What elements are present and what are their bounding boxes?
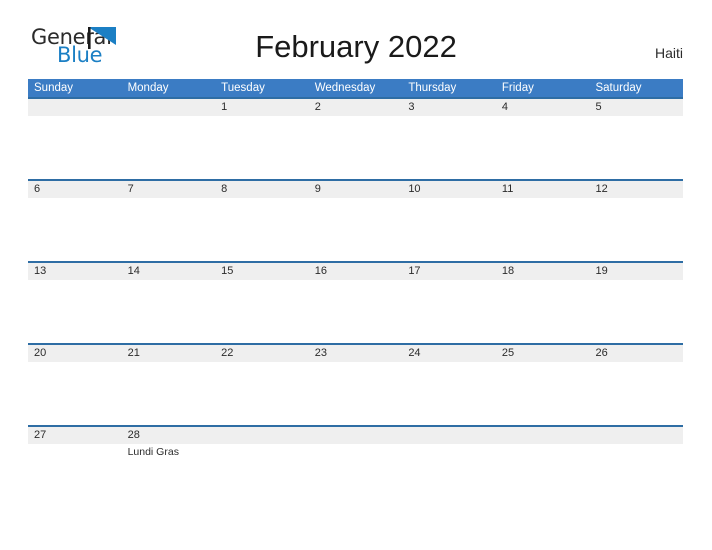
day-number[interactable]: 23 [309, 345, 403, 362]
day-number[interactable] [402, 427, 496, 444]
weekday-header-tuesday: Tuesday [221, 82, 265, 94]
day-number[interactable]: 18 [496, 263, 590, 280]
day-number[interactable]: 25 [496, 345, 590, 362]
day-cell[interactable] [589, 362, 683, 425]
day-number[interactable]: 19 [589, 263, 683, 280]
day-cell[interactable] [309, 116, 403, 179]
day-cell[interactable] [122, 280, 216, 343]
day-cell[interactable] [122, 362, 216, 425]
weekday-header-saturday: Saturday [595, 82, 642, 94]
day-number[interactable] [28, 99, 122, 116]
day-cell[interactable] [589, 444, 683, 507]
day-number[interactable]: 21 [122, 345, 216, 362]
day-cell[interactable] [215, 362, 309, 425]
day-number[interactable]: 2 [309, 99, 403, 116]
day-cell[interactable] [309, 198, 403, 261]
day-cell[interactable] [215, 116, 309, 179]
day-cell[interactable] [28, 280, 122, 343]
day-number[interactable]: 15 [215, 263, 309, 280]
day-cell[interactable] [589, 198, 683, 261]
day-cell[interactable] [496, 280, 590, 343]
day-number[interactable]: 27 [28, 427, 122, 444]
day-cell[interactable] [589, 280, 683, 343]
day-cell[interactable] [496, 362, 590, 425]
week-date-band: 20 21 22 23 24 25 26 [28, 345, 683, 362]
day-number[interactable]: 6 [28, 181, 122, 198]
country-label: Haiti [654, 45, 683, 61]
day-cell[interactable] [28, 362, 122, 425]
day-number[interactable]: 14 [122, 263, 216, 280]
weekday-header-sunday: Sunday [34, 82, 74, 94]
day-number[interactable]: 20 [28, 345, 122, 362]
page-header: General Blue February 2022 Haiti [0, 0, 712, 66]
day-number[interactable]: 24 [402, 345, 496, 362]
day-number[interactable]: 22 [215, 345, 309, 362]
day-cell[interactable] [496, 444, 590, 507]
day-cell[interactable] [589, 116, 683, 179]
day-cell[interactable] [402, 116, 496, 179]
week-event-band [28, 280, 683, 343]
weekday-header-thursday: Thursday [408, 82, 457, 94]
day-cell[interactable]: Lundi Gras [122, 444, 216, 507]
day-event-text: Lundi Gras [127, 446, 179, 458]
day-cell[interactable] [309, 444, 403, 507]
week-date-band: 1 2 3 4 5 [28, 99, 683, 116]
calendar-grid: Sunday Monday Tuesday Wednesday Thursday… [28, 79, 683, 507]
day-number[interactable]: 5 [589, 99, 683, 116]
day-number[interactable]: 12 [589, 181, 683, 198]
day-number[interactable]: 8 [215, 181, 309, 198]
calendar-week-row: 20 21 22 23 24 25 26 [28, 343, 683, 425]
week-event-band [28, 116, 683, 179]
day-cell[interactable] [309, 280, 403, 343]
day-number[interactable]: 9 [309, 181, 403, 198]
day-cell[interactable] [28, 116, 122, 179]
day-number[interactable]: 13 [28, 263, 122, 280]
page-title: February 2022 [255, 29, 457, 64]
week-event-band [28, 362, 683, 425]
day-number[interactable]: 28 [122, 427, 216, 444]
day-number[interactable] [309, 427, 403, 444]
day-number[interactable]: 11 [496, 181, 590, 198]
week-date-band: 13 14 15 16 17 18 19 [28, 263, 683, 280]
day-number[interactable]: 3 [402, 99, 496, 116]
weekday-header-friday: Friday [501, 82, 534, 94]
week-date-band: 27 28 [28, 427, 683, 444]
day-cell[interactable] [28, 444, 122, 507]
day-number[interactable]: 7 [122, 181, 216, 198]
day-number[interactable] [215, 427, 309, 444]
calendar-week-row: 1 2 3 4 5 [28, 97, 683, 179]
calendar-week-row: 6 7 8 9 10 11 12 [28, 179, 683, 261]
day-number[interactable]: 1 [215, 99, 309, 116]
week-event-band [28, 198, 683, 261]
weekday-header-row: Sunday Monday Tuesday Wednesday Thursday… [28, 79, 683, 97]
weekday-header-wednesday: Wednesday [314, 82, 376, 94]
weekday-header-monday: Monday [127, 82, 169, 94]
day-number[interactable]: 17 [402, 263, 496, 280]
day-cell[interactable] [402, 280, 496, 343]
day-cell[interactable] [496, 116, 590, 179]
day-cell[interactable] [309, 362, 403, 425]
week-event-band: Lundi Gras [28, 444, 683, 507]
day-cell[interactable] [496, 198, 590, 261]
week-date-band: 6 7 8 9 10 11 12 [28, 181, 683, 198]
day-cell[interactable] [215, 198, 309, 261]
day-number[interactable]: 16 [309, 263, 403, 280]
day-number[interactable] [122, 99, 216, 116]
day-cell[interactable] [122, 198, 216, 261]
calendar-week-row: 27 28 Lundi Gras [28, 425, 683, 507]
day-number[interactable]: 4 [496, 99, 590, 116]
day-cell[interactable] [215, 444, 309, 507]
day-cell[interactable] [215, 280, 309, 343]
day-number[interactable] [589, 427, 683, 444]
day-number[interactable] [496, 427, 590, 444]
day-cell[interactable] [402, 444, 496, 507]
calendar-week-row: 13 14 15 16 17 18 19 [28, 261, 683, 343]
day-number[interactable]: 26 [589, 345, 683, 362]
day-cell[interactable] [122, 116, 216, 179]
day-number[interactable]: 10 [402, 181, 496, 198]
day-cell[interactable] [28, 198, 122, 261]
day-cell[interactable] [402, 362, 496, 425]
day-cell[interactable] [402, 198, 496, 261]
